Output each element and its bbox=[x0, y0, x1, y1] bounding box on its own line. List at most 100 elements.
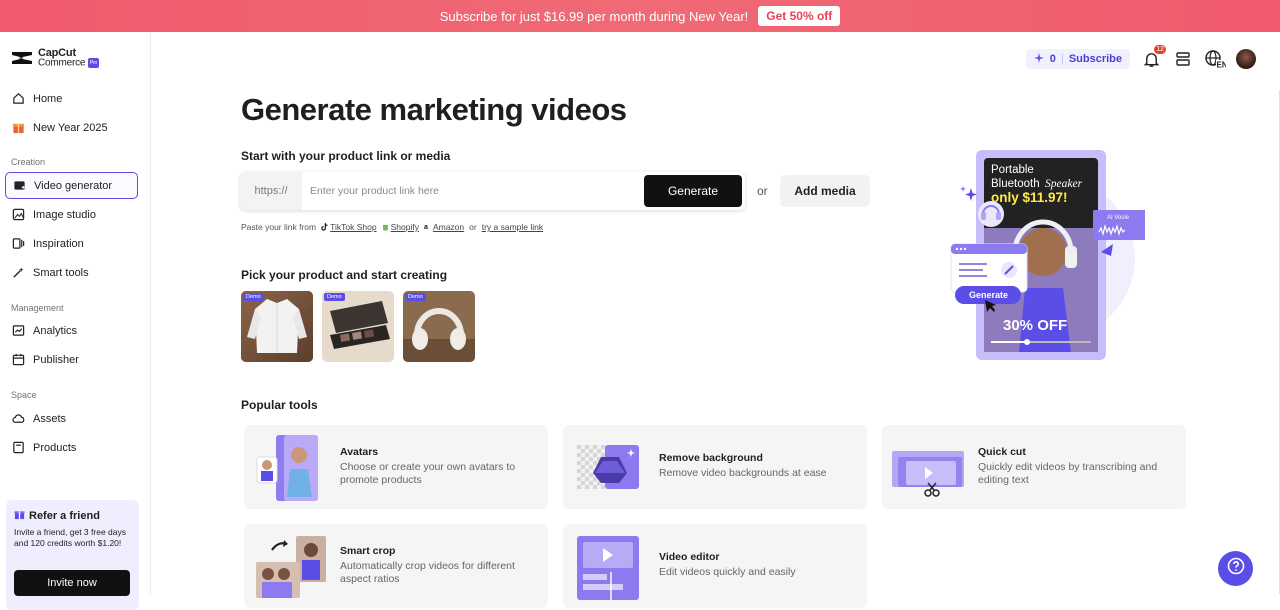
pro-badge: Pro bbox=[87, 58, 100, 68]
capcut-commerce-logo[interactable]: CapCut Commerce Pro bbox=[10, 47, 100, 69]
tiktok-shop-label: TikTok Shop bbox=[330, 222, 377, 232]
magic-wand-icon bbox=[11, 266, 25, 280]
capcut-logo-icon bbox=[12, 52, 32, 65]
or-separator: or bbox=[757, 184, 768, 198]
refer-title: Refer a friend bbox=[29, 510, 100, 522]
sidebar-item-label: Analytics bbox=[33, 324, 78, 337]
calendar-icon bbox=[11, 353, 25, 367]
tool-name: Smart crop bbox=[340, 545, 396, 557]
promo-text: Subscribe for just $16.99 per month duri… bbox=[439, 8, 749, 24]
sidebar-item-label: New Year 2025 bbox=[33, 121, 108, 134]
hero-discount: 30% OFF bbox=[1003, 317, 1067, 334]
demo-tag: Demo bbox=[324, 293, 345, 301]
tool-desc: Remove video backgrounds at ease bbox=[659, 467, 827, 479]
sidebar-item-assets[interactable]: Assets bbox=[5, 405, 138, 432]
sidebar-item-smart-tools[interactable]: Smart tools bbox=[5, 259, 138, 286]
link-section-title: Start with your product link or media bbox=[241, 149, 451, 163]
product-link-box: https:// Generate bbox=[240, 172, 745, 210]
tool-name: Remove background bbox=[659, 452, 763, 464]
sidebar-item-publisher[interactable]: Publisher bbox=[5, 346, 138, 373]
product-link-input[interactable] bbox=[302, 185, 644, 197]
hero-line2b: Speaker bbox=[1045, 178, 1083, 190]
analytics-icon bbox=[11, 324, 25, 338]
tiktok-icon bbox=[321, 223, 328, 231]
sidebar-item-label: Image studio bbox=[33, 208, 96, 221]
amazon-label: Amazon bbox=[432, 222, 465, 232]
demo-product-eyeshadow[interactable]: Demo bbox=[322, 291, 394, 362]
logo-line2: Commerce bbox=[38, 57, 86, 69]
sidebar: CapCut Commerce Pro Home New Year 2025 C… bbox=[0, 32, 151, 610]
shopify-link[interactable]: Shopify bbox=[382, 222, 419, 232]
page-title: Generate marketing videos bbox=[241, 92, 627, 127]
sidebar-item-label: Smart tools bbox=[33, 266, 89, 279]
paste-link-sources: Paste your link from TikTok Shop Shopify… bbox=[241, 222, 543, 232]
sidebar-item-analytics[interactable]: Analytics bbox=[5, 317, 138, 344]
sidebar-item-label: Video generator bbox=[34, 179, 113, 192]
smart-crop-illustration bbox=[256, 536, 326, 598]
sidebar-item-label: Home bbox=[33, 92, 63, 105]
tool-card-avatars[interactable]: Avatars Choose or create your own avatar… bbox=[244, 425, 548, 509]
remove-background-illustration bbox=[577, 445, 639, 489]
or-small: or bbox=[469, 222, 477, 232]
section-label-creation: Creation bbox=[11, 157, 46, 167]
get-discount-button[interactable]: Get 50% off bbox=[758, 6, 841, 26]
tool-card-quick-cut[interactable]: Quick cut Quickly edit videos by transcr… bbox=[882, 425, 1186, 509]
tool-desc: Quickly edit videos by transcribing and … bbox=[978, 461, 1158, 486]
sidebar-item-video-generator[interactable]: Video generator bbox=[5, 172, 138, 199]
tool-card-video-editor[interactable]: Video editor Edit videos quickly and eas… bbox=[563, 524, 867, 608]
tiktok-shop-link[interactable]: TikTok Shop bbox=[321, 222, 377, 232]
speaker-ad-illustration: Portable Bluetooth Speaker only $11.97! … bbox=[950, 150, 1147, 360]
avatars-illustration bbox=[256, 435, 318, 501]
hero-illustration: Portable Bluetooth Speaker only $11.97! … bbox=[925, 148, 1147, 363]
inspiration-icon bbox=[11, 237, 25, 251]
tool-card-remove-background[interactable]: Remove background Remove video backgroun… bbox=[563, 425, 867, 509]
add-media-button[interactable]: Add media bbox=[780, 175, 870, 207]
sidebar-item-image-studio[interactable]: Image studio bbox=[5, 201, 138, 228]
help-icon bbox=[1227, 557, 1245, 580]
sidebar-item-label: Inspiration bbox=[33, 237, 84, 250]
refer-description: Invite a friend, get 3 free days and 120… bbox=[14, 527, 126, 548]
hero-line1: Portable bbox=[991, 164, 1034, 176]
tool-name: Video editor bbox=[659, 551, 720, 563]
popular-tools-title: Popular tools bbox=[241, 398, 318, 412]
tool-name: Avatars bbox=[340, 446, 379, 458]
shopify-icon bbox=[382, 224, 388, 231]
quick-cut-illustration bbox=[892, 451, 964, 497]
tool-card-smart-crop[interactable]: Smart crop Automatically crop videos for… bbox=[244, 524, 548, 608]
hero-price: only $11.97! bbox=[991, 190, 1068, 205]
promo-banner: Subscribe for just $16.99 per month duri… bbox=[0, 0, 1280, 32]
sidebar-item-home[interactable]: Home bbox=[5, 85, 138, 112]
demo-product-shirt[interactable]: Demo bbox=[241, 291, 313, 362]
sidebar-item-label: Products bbox=[33, 441, 77, 454]
sample-link[interactable]: try a sample link bbox=[482, 222, 543, 232]
sidebar-item-inspiration[interactable]: Inspiration bbox=[5, 230, 138, 257]
gift-icon bbox=[11, 121, 25, 135]
generate-button[interactable]: Generate bbox=[644, 175, 742, 207]
image-studio-icon bbox=[11, 208, 25, 222]
video-generator-icon bbox=[12, 179, 26, 193]
help-button[interactable] bbox=[1218, 551, 1253, 586]
eyeshadow-palette-image bbox=[322, 291, 394, 362]
hero-ai-voice: AI Vocie bbox=[1107, 215, 1130, 221]
tool-name: Quick cut bbox=[978, 446, 1026, 458]
home-icon bbox=[11, 92, 25, 106]
sidebar-item-products[interactable]: Products bbox=[5, 434, 138, 461]
sidebar-item-label: Assets bbox=[33, 412, 67, 425]
shopify-label: Shopify bbox=[390, 222, 419, 232]
tool-desc: Edit videos quickly and easily bbox=[659, 566, 796, 578]
tool-desc: Choose or create your own avatars to pro… bbox=[340, 461, 516, 486]
invite-now-button[interactable]: Invite now bbox=[14, 570, 130, 596]
sidebar-item-new-year[interactable]: New Year 2025 bbox=[5, 114, 138, 141]
logo-line1: CapCut bbox=[38, 47, 76, 59]
demo-tag: Demo bbox=[243, 293, 264, 301]
demo-product-headphones[interactable]: Demo bbox=[403, 291, 475, 362]
tool-desc: Automatically crop videos for different … bbox=[340, 560, 515, 585]
paste-label: Paste your link from bbox=[241, 222, 317, 232]
hero-generate: Generate bbox=[969, 290, 1008, 300]
cloud-icon bbox=[11, 412, 25, 426]
demo-tag: Demo bbox=[405, 293, 426, 301]
main-content: Generate marketing videos Start with you… bbox=[151, 32, 1280, 608]
svg-text:a: a bbox=[424, 224, 428, 231]
amazon-link[interactable]: a Amazon bbox=[424, 222, 464, 232]
video-editor-illustration bbox=[577, 536, 639, 600]
